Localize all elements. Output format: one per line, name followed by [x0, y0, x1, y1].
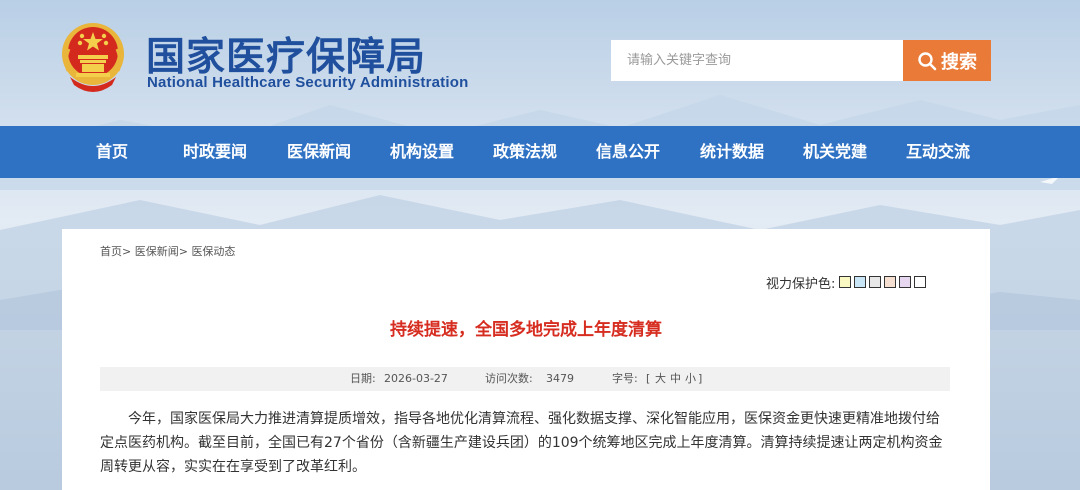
swatch-peach[interactable]	[884, 276, 897, 288]
vision-protection: 视力保护色:	[766, 272, 927, 292]
site-header: 国家医疗保障局 National Healthcare Security Adm…	[0, 0, 1080, 126]
breadcrumb-separator: >	[178, 245, 188, 258]
date-value: 2026-03-27	[384, 372, 448, 385]
fontsize-large-link[interactable]: 大	[655, 367, 666, 391]
color-swatches	[839, 276, 927, 288]
nav-item-interaction[interactable]: 互动交流	[906, 126, 970, 178]
article-body: 今年，国家医保局大力推进清算提质增效，指导各地优化清算流程、强化数据支撑、深化智…	[100, 411, 943, 475]
search-input[interactable]	[611, 40, 903, 81]
fontsize-bracket-open: [	[646, 372, 651, 385]
fontsize-label: 字号:	[612, 372, 638, 385]
swatch-blue[interactable]	[854, 276, 867, 288]
views-value: 3479	[546, 372, 574, 385]
nav-item-party[interactable]: 机关党建	[803, 126, 867, 178]
nav-item-disclosure[interactable]: 信息公开	[596, 126, 660, 178]
breadcrumb-ins-news[interactable]: 医保新闻	[135, 245, 179, 258]
views-label: 访问次数:	[485, 372, 533, 385]
breadcrumb-ins-dynamics[interactable]: 医保动态	[191, 245, 235, 258]
article-title: 持续提速，全国多地完成上年度清算	[390, 320, 662, 340]
nav-item-statistics[interactable]: 统计数据	[700, 126, 764, 178]
swatch-white[interactable]	[914, 276, 927, 288]
swatch-gray[interactable]	[869, 276, 882, 288]
main-nav: 首页 时政要闻 医保新闻 机构设置 政策法规 信息公开 统计数据 机关党建 互动…	[0, 126, 1080, 178]
nav-item-ins-news[interactable]: 医保新闻	[287, 126, 351, 178]
fontsize-bracket-close: ]	[698, 372, 703, 385]
breadcrumb-home[interactable]: 首页	[100, 245, 122, 258]
nav-item-org[interactable]: 机构设置	[390, 126, 454, 178]
article-meta: 日期: 2026-03-27 访问次数: 3479 字号: [ 大 中 小 ]	[100, 367, 950, 391]
nav-item-home[interactable]: 首页	[96, 126, 128, 178]
date-label: 日期:	[350, 372, 376, 385]
breadcrumb: 首页> 医保新闻> 医保动态	[100, 243, 235, 259]
vision-protection-label: 视力保护色:	[766, 276, 836, 292]
breadcrumb-separator: >	[122, 245, 132, 258]
nav-item-policy[interactable]: 政策法规	[493, 126, 557, 178]
site-title-en: National Healthcare Security Administrat…	[147, 74, 469, 91]
swatch-purple[interactable]	[899, 276, 912, 288]
search-button[interactable]: 搜索	[903, 40, 991, 81]
search-button-label: 搜索	[941, 51, 977, 73]
swatch-yellow[interactable]	[839, 276, 852, 288]
article-panel: 首页> 医保新闻> 医保动态 视力保护色: 持续提速，全国多地完成上年度清算 日…	[62, 229, 990, 490]
national-emblem-icon	[62, 23, 124, 92]
search-icon	[918, 51, 937, 70]
site-title-cn: 国家医疗保障局	[146, 35, 427, 80]
fontsize-small-link[interactable]: 小	[685, 367, 696, 391]
nav-item-news[interactable]: 时政要闻	[183, 126, 247, 178]
fontsize-medium-link[interactable]: 中	[670, 367, 681, 391]
